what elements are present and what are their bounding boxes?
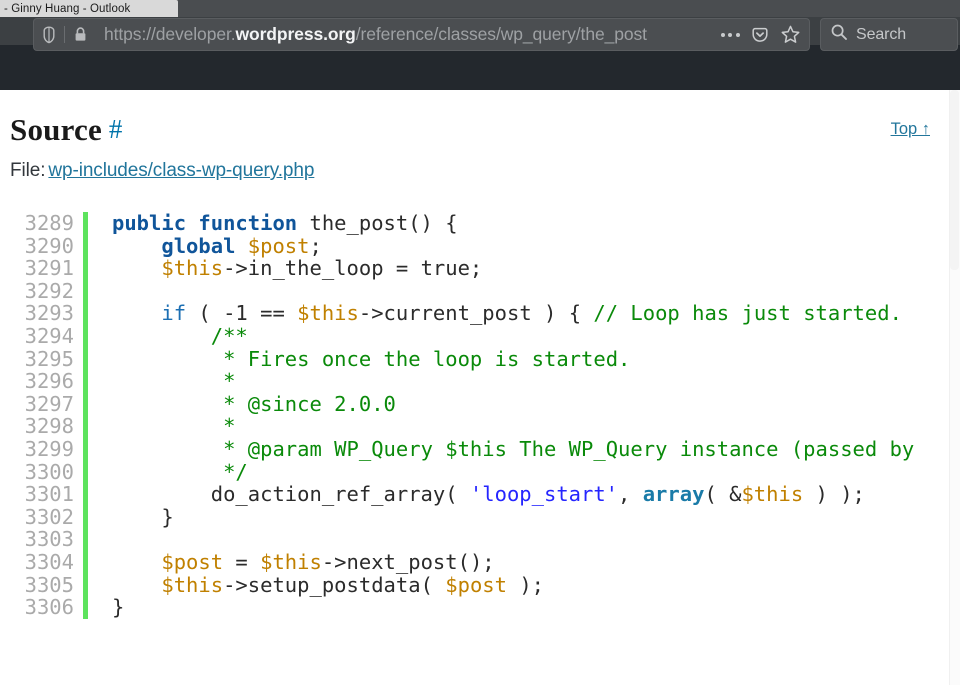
line-number: 3303	[24, 527, 74, 552]
line-number: 3296	[24, 369, 74, 394]
code-line: public function the_post() {	[112, 212, 458, 235]
line-number: 3294	[24, 323, 74, 348]
address-bar[interactable]: https://developer.wordpress.org/referenc…	[33, 18, 810, 51]
line-number: 3299	[24, 436, 74, 461]
url-prefix: https://developer.	[104, 24, 236, 44]
line-number-gutter: 3289 3290 3291 3292 3293 3294 3295 3296 3297 3298…	[0, 212, 88, 619]
ellipsis-icon[interactable]	[715, 18, 745, 51]
line-number: 3293	[24, 301, 74, 326]
tab-title: - Ginny Huang - Outlook	[4, 2, 131, 15]
line-number: 3297	[24, 391, 74, 416]
line-number: 3305	[24, 572, 74, 597]
line-number: 3292	[24, 278, 74, 303]
browser-chrome: - Ginny Huang - Outlook https://develope…	[0, 0, 960, 51]
navigation-toolbar: https://developer.wordpress.org/referenc…	[0, 17, 960, 51]
line-number: 3291	[24, 256, 74, 281]
code-line: if ( -1 == $this->current_post ) { // Lo…	[161, 301, 902, 326]
shield-icon[interactable]	[34, 18, 64, 51]
code-line: $this->in_the_loop = true;	[161, 256, 483, 281]
page-title: Source	[10, 112, 102, 147]
padlock-icon[interactable]	[65, 18, 95, 51]
code-line: /**	[210, 323, 248, 348]
urlbar-actions	[715, 18, 809, 51]
code-line: $post = $this->next_post();	[161, 549, 495, 574]
code-line: $this->setup_postdata( $post );	[161, 572, 545, 597]
line-number: 3306	[24, 595, 74, 620]
line-number: 3300	[24, 459, 74, 484]
line-number: 3304	[24, 549, 74, 574]
star-icon[interactable]	[775, 18, 805, 51]
code-line: *	[223, 369, 236, 394]
browser-tab-active[interactable]: - Ginny Huang - Outlook	[0, 0, 178, 17]
pocket-icon[interactable]	[745, 18, 775, 51]
search-bar[interactable]: Search	[820, 18, 958, 51]
source-heading-row: Source # Top ↑	[10, 112, 960, 152]
line-number: 3295	[24, 346, 74, 371]
line-number: 3298	[24, 414, 74, 439]
search-input[interactable]: Search	[848, 26, 906, 44]
top-link[interactable]: Top ↑	[891, 120, 930, 139]
search-icon	[830, 23, 848, 46]
file-label: File:	[10, 160, 46, 181]
url-text[interactable]: https://developer.wordpress.org/referenc…	[95, 24, 715, 45]
line-number: 3301	[24, 482, 74, 507]
source-code-block: 3289 3290 3291 3292 3293 3294 3295 3296 3297 3298…	[0, 212, 960, 619]
code-line: * @since 2.0.0	[223, 391, 396, 416]
code-line: }	[112, 595, 125, 619]
line-number: 3302	[24, 504, 74, 529]
tab-strip: - Ginny Huang - Outlook	[0, 0, 960, 17]
code-line: * @param WP_Query $this The WP_Query ins…	[223, 436, 915, 461]
line-number: 3290	[24, 233, 74, 258]
page-scrollbar[interactable]	[949, 90, 960, 685]
page-scrollbar-thumb[interactable]	[950, 90, 959, 270]
code-line: do_action_ref_array( 'loop_start', array…	[112, 482, 865, 507]
line-number: 3289	[24, 211, 74, 235]
url-host: wordpress.org	[235, 24, 356, 44]
code-line: }	[112, 504, 174, 529]
code-lines[interactable]: public function the_post() { global $pos…	[88, 212, 960, 619]
url-path: /reference/classes/wp_query/the_post	[355, 24, 647, 44]
page-content: Source # Top ↑ File: wp-includes/class-wp-…	[0, 90, 960, 685]
code-line: global $post;	[161, 233, 322, 258]
code-line: * Fires once the loop is started.	[223, 346, 631, 371]
code-line: */	[223, 459, 248, 484]
code-line: *	[223, 414, 236, 439]
file-path-row: File: wp-includes/class-wp-query.php	[10, 160, 960, 182]
heading-anchor-link[interactable]: #	[109, 114, 123, 144]
file-path-link[interactable]: wp-includes/class-wp-query.php	[48, 160, 314, 181]
site-header-band	[0, 45, 960, 90]
